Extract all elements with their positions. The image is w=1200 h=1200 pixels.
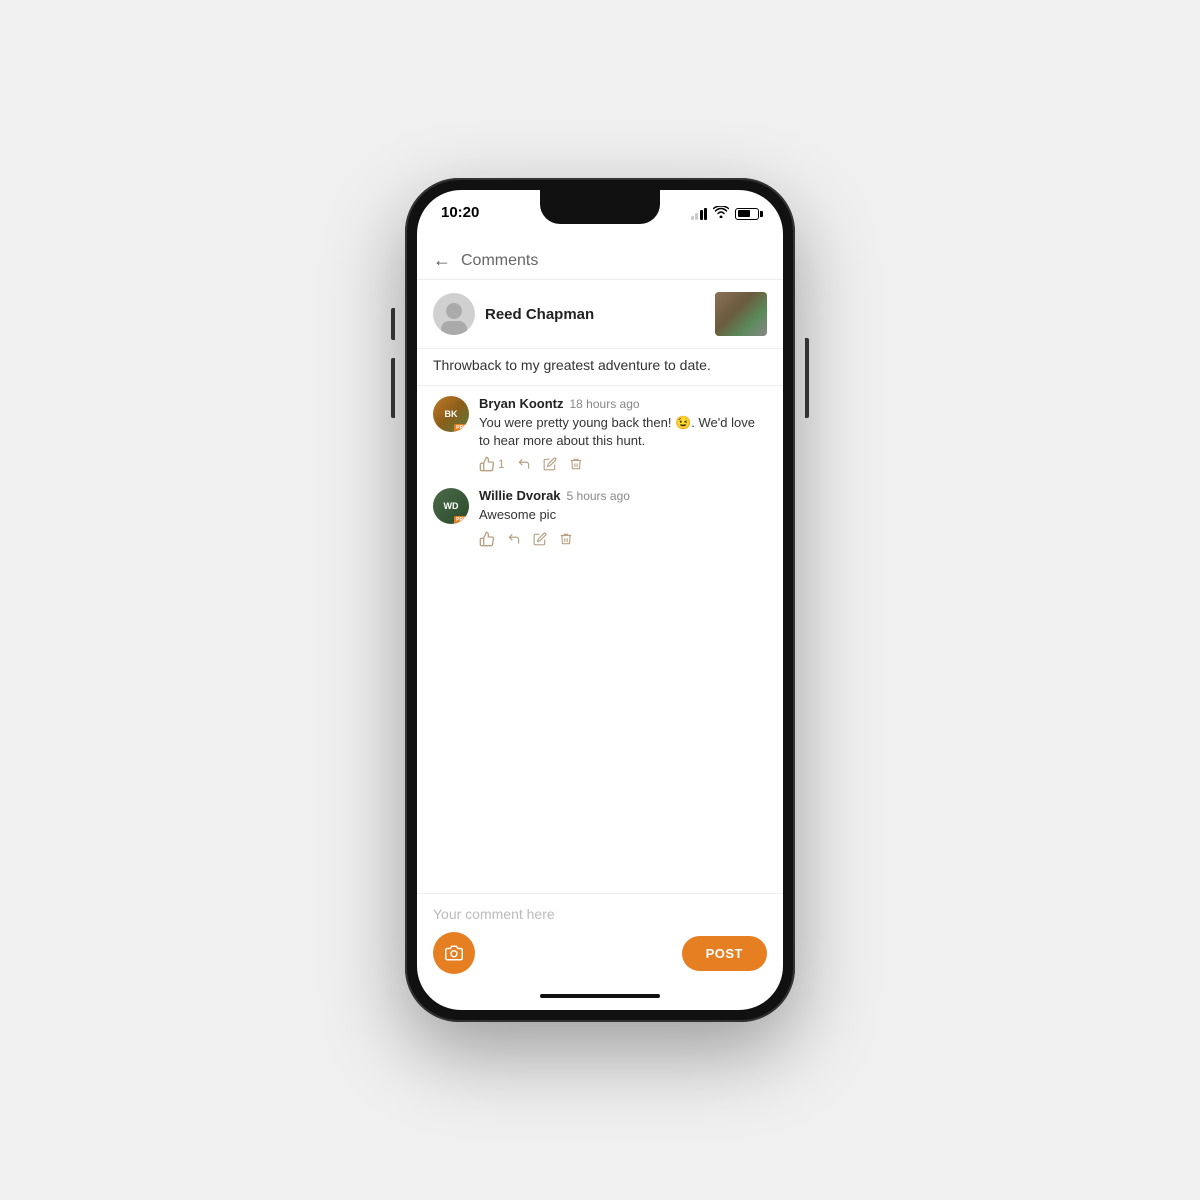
delete-button-1[interactable] bbox=[569, 457, 583, 471]
comment-author-2: Willie Dvorak bbox=[479, 488, 561, 503]
post-header: Reed Chapman bbox=[417, 280, 783, 349]
post-thumbnail[interactable] bbox=[715, 292, 767, 336]
like-button-1[interactable]: 1 bbox=[479, 456, 505, 472]
comment-header-1: Bryan Koontz 18 hours ago bbox=[479, 396, 767, 411]
comment-time-2: 5 hours ago bbox=[567, 489, 630, 503]
volume-button bbox=[391, 358, 395, 418]
like-count-1: 1 bbox=[498, 457, 505, 471]
wifi-icon bbox=[713, 206, 729, 221]
comment-input[interactable]: Your comment here bbox=[433, 906, 767, 922]
edit-button-2[interactable] bbox=[533, 532, 547, 546]
comment-avatar-bryan: BK PRO bbox=[433, 396, 469, 432]
camera-button[interactable] bbox=[433, 932, 475, 974]
reply-button-2[interactable] bbox=[507, 532, 521, 546]
home-bar bbox=[540, 994, 660, 998]
comment-text-2: Awesome pic bbox=[479, 506, 767, 524]
phone-screen: 10:20 bbox=[417, 190, 783, 1010]
delete-button-2[interactable] bbox=[559, 532, 573, 546]
reply-button-1[interactable] bbox=[517, 457, 531, 471]
post-author-avatar bbox=[433, 293, 475, 335]
comment-input-row: Your comment here bbox=[433, 906, 767, 922]
comment-author-1: Bryan Koontz bbox=[479, 396, 564, 411]
notch bbox=[540, 190, 660, 224]
comment-item: BK PRO Bryan Koontz 18 hours ago You wer… bbox=[433, 396, 767, 472]
comment-actions-2 bbox=[479, 531, 767, 547]
status-icons bbox=[691, 204, 760, 221]
navigation-bar: ← Comments bbox=[417, 242, 783, 280]
comment-item: WD PRO Willie Dvorak 5 hours ago Awesome… bbox=[433, 488, 767, 546]
home-indicator bbox=[417, 982, 783, 1010]
post-author-name: Reed Chapman bbox=[485, 306, 715, 323]
comment-time-1: 18 hours ago bbox=[570, 397, 640, 411]
back-button[interactable]: ← bbox=[433, 250, 451, 271]
phone-frame: 10:20 bbox=[405, 178, 795, 1022]
comment-header-2: Willie Dvorak 5 hours ago bbox=[479, 488, 767, 503]
status-time: 10:20 bbox=[441, 204, 479, 221]
post-caption: Throwback to my greatest adventure to da… bbox=[417, 349, 783, 386]
bottom-input-area: Your comment here POST bbox=[417, 893, 783, 982]
mute-button bbox=[391, 308, 395, 340]
nav-title: Comments bbox=[461, 252, 538, 270]
bottom-buttons: POST bbox=[433, 932, 767, 974]
comment-content-1: Bryan Koontz 18 hours ago You were prett… bbox=[479, 396, 767, 472]
comment-text-1: You were pretty young back then! 😉. We'd… bbox=[479, 414, 767, 450]
comment-actions-1: 1 bbox=[479, 456, 767, 472]
signal-icon bbox=[691, 208, 708, 220]
comment-content-2: Willie Dvorak 5 hours ago Awesome pic bbox=[479, 488, 767, 546]
comments-list: BK PRO Bryan Koontz 18 hours ago You wer… bbox=[417, 386, 783, 893]
power-button bbox=[805, 338, 809, 418]
comment-avatar-willie: WD PRO bbox=[433, 488, 469, 524]
edit-button-1[interactable] bbox=[543, 457, 557, 471]
post-button[interactable]: POST bbox=[682, 936, 767, 971]
like-button-2[interactable] bbox=[479, 531, 495, 547]
battery-icon bbox=[735, 208, 759, 220]
